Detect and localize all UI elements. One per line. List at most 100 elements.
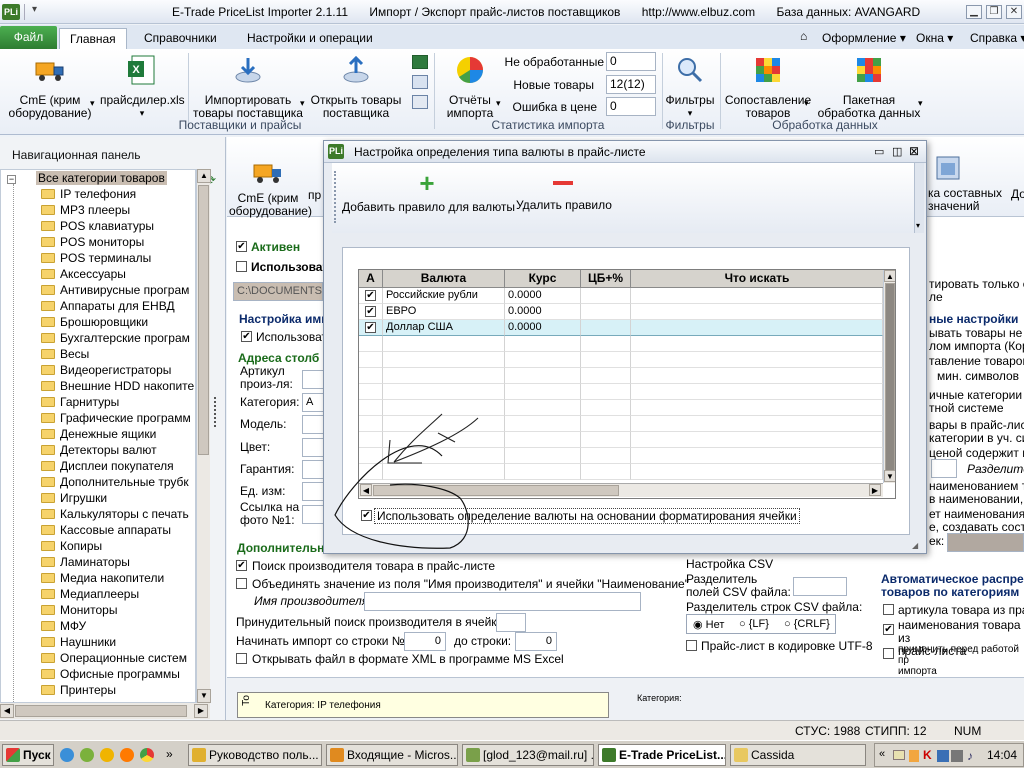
grid-cell[interactable]: ✔: [359, 288, 383, 304]
tree-item[interactable]: Денежные ящики: [1, 426, 195, 442]
tray-icon[interactable]: [909, 750, 919, 762]
table-icon[interactable]: [412, 95, 428, 109]
grid-cell[interactable]: [505, 432, 581, 448]
tree-item[interactable]: Аппараты для ЕНВД: [1, 298, 195, 314]
active-checkbox[interactable]: ✔: [236, 241, 247, 252]
tree-item[interactable]: Операционные систем: [1, 650, 195, 666]
grid-scroll-thumb[interactable]: [885, 283, 895, 471]
category-tree[interactable]: − Все категории товаров IP телефония MP3 п…: [0, 169, 196, 703]
grid-cell[interactable]: [581, 400, 631, 416]
tree-item[interactable]: Принтеры: [1, 682, 195, 698]
col-header-a[interactable]: A: [359, 270, 383, 288]
minimize-button[interactable]: ▁: [966, 5, 982, 19]
tree-item[interactable]: Аксессуары: [1, 266, 195, 282]
grid-cell[interactable]: [505, 352, 581, 368]
scroll-thumb[interactable]: [198, 185, 209, 455]
tree-root[interactable]: − Все категории товаров: [1, 170, 195, 186]
row-active-checkbox[interactable]: ✔: [365, 290, 376, 301]
tree-item[interactable]: Дисплеи покупателя: [1, 458, 195, 474]
auto-apply-checkbox[interactable]: [883, 648, 894, 659]
tree-item[interactable]: Наушники: [1, 634, 195, 650]
grid-cell[interactable]: [383, 336, 505, 352]
tree-item[interactable]: Внешние HDD накопите: [1, 378, 195, 394]
bg-supplier-cme-button[interactable]: CmE (крим оборудование): [229, 157, 312, 218]
grid-cell[interactable]: [631, 416, 883, 432]
tree-item[interactable]: Брошюровщики: [1, 314, 195, 330]
supplier-cme-button[interactable]: CmE (крим оборудование) ▾: [8, 55, 95, 120]
open-supplier-goods-button[interactable]: Открыть товары поставщика: [310, 55, 402, 120]
grid-cell[interactable]: [631, 384, 883, 400]
auto-article-checkbox[interactable]: [883, 604, 894, 615]
tree-item[interactable]: Весы: [1, 346, 195, 362]
grid-cell[interactable]: [631, 336, 883, 352]
tree-item[interactable]: МФУ: [1, 618, 195, 634]
tree-item[interactable]: Бухгалтерские програм: [1, 330, 195, 346]
maker-name-field[interactable]: [364, 592, 641, 611]
grid-cell[interactable]: [581, 336, 631, 352]
browser-icon[interactable]: [80, 748, 94, 762]
tab-home[interactable]: Главная: [59, 28, 127, 49]
taskbar-item[interactable]: E-Trade PriceList...: [598, 744, 726, 766]
grid-cell[interactable]: 0.0000: [505, 288, 581, 304]
ribbon-collapse-icon[interactable]: ⌂: [800, 29, 807, 43]
tree-item[interactable]: Мониторы: [1, 602, 195, 618]
close-button[interactable]: ✕: [1006, 5, 1022, 19]
app-icon[interactable]: PLi: [2, 4, 20, 20]
grid-cell[interactable]: [631, 448, 883, 464]
grid-cell[interactable]: [581, 416, 631, 432]
tree-item[interactable]: Калькуляторы с печать: [1, 506, 195, 522]
grid-cell[interactable]: [505, 448, 581, 464]
grid-cell[interactable]: [631, 304, 883, 320]
clock[interactable]: 14:04: [987, 748, 1017, 762]
tree-item[interactable]: Антивирусные програм: [1, 282, 195, 298]
grid-cell[interactable]: [631, 464, 883, 480]
merge-maker-checkbox[interactable]: [236, 578, 247, 589]
tree-item[interactable]: Дополнительные трубк: [1, 474, 195, 490]
match-goods-button[interactable]: Сопоставление товаров ▾: [724, 55, 812, 120]
article-column-field[interactable]: [302, 370, 324, 389]
tree-item[interactable]: MP3 плееры: [1, 202, 195, 218]
grid-cell[interactable]: [359, 368, 383, 384]
grid-cell[interactable]: [505, 400, 581, 416]
tab-file[interactable]: Файл: [0, 26, 57, 49]
collapse-icon[interactable]: −: [7, 175, 16, 184]
grid-cell[interactable]: [581, 432, 631, 448]
tree-hscrollbar[interactable]: ◀ ▶: [0, 703, 210, 719]
chevron-down-icon[interactable]: ▾: [804, 97, 809, 110]
composite-field[interactable]: [947, 533, 1024, 552]
col-header-currency[interactable]: Валюта: [383, 270, 505, 288]
mail-icon[interactable]: [893, 750, 905, 760]
grid-cell[interactable]: [581, 320, 631, 336]
restore-button[interactable]: ❐: [986, 5, 1002, 19]
tree-item[interactable]: Графические программ: [1, 410, 195, 426]
radio-lf[interactable]: ○ {LF}: [739, 618, 769, 630]
tab-settings[interactable]: Настройки и операции: [237, 28, 383, 49]
tree-item[interactable]: POS терминалы: [1, 250, 195, 266]
tree-item[interactable]: Копиры: [1, 538, 195, 554]
chevron-down-icon[interactable]: ▾: [918, 97, 923, 110]
grid-cell[interactable]: [631, 320, 883, 336]
tree-item[interactable]: Гарнитуры: [1, 394, 195, 410]
filters-button[interactable]: Фильтры ▾: [664, 55, 716, 120]
grid-cell[interactable]: [581, 368, 631, 384]
start-row-field[interactable]: 0: [404, 632, 446, 651]
grid-cell[interactable]: [383, 368, 505, 384]
grid-cell[interactable]: [359, 352, 383, 368]
grid-cell[interactable]: [581, 288, 631, 304]
scroll-up-arrow[interactable]: ▲: [197, 169, 211, 183]
tree-item[interactable]: POS мониторы: [1, 234, 195, 250]
grid-cell[interactable]: [631, 400, 883, 416]
taskbar-item[interactable]: Руководство поль...: [188, 744, 322, 766]
grid-cell[interactable]: [383, 352, 505, 368]
volume-icon[interactable]: ♪: [967, 749, 973, 763]
tray-expand-icon[interactable]: «: [879, 748, 885, 760]
row-active-checkbox[interactable]: ✔: [365, 322, 376, 333]
grid-cell[interactable]: [581, 448, 631, 464]
photo-column-field[interactable]: [302, 505, 324, 524]
menu-design[interactable]: Оформление ▾: [812, 28, 916, 49]
splitter-grip[interactable]: [214, 397, 217, 427]
menu-help[interactable]: Справка ▾: [960, 28, 1024, 49]
category-column-field[interactable]: A: [302, 393, 324, 412]
tray-icon-2[interactable]: [937, 750, 949, 762]
grid-cell[interactable]: 0.0000: [505, 320, 581, 336]
